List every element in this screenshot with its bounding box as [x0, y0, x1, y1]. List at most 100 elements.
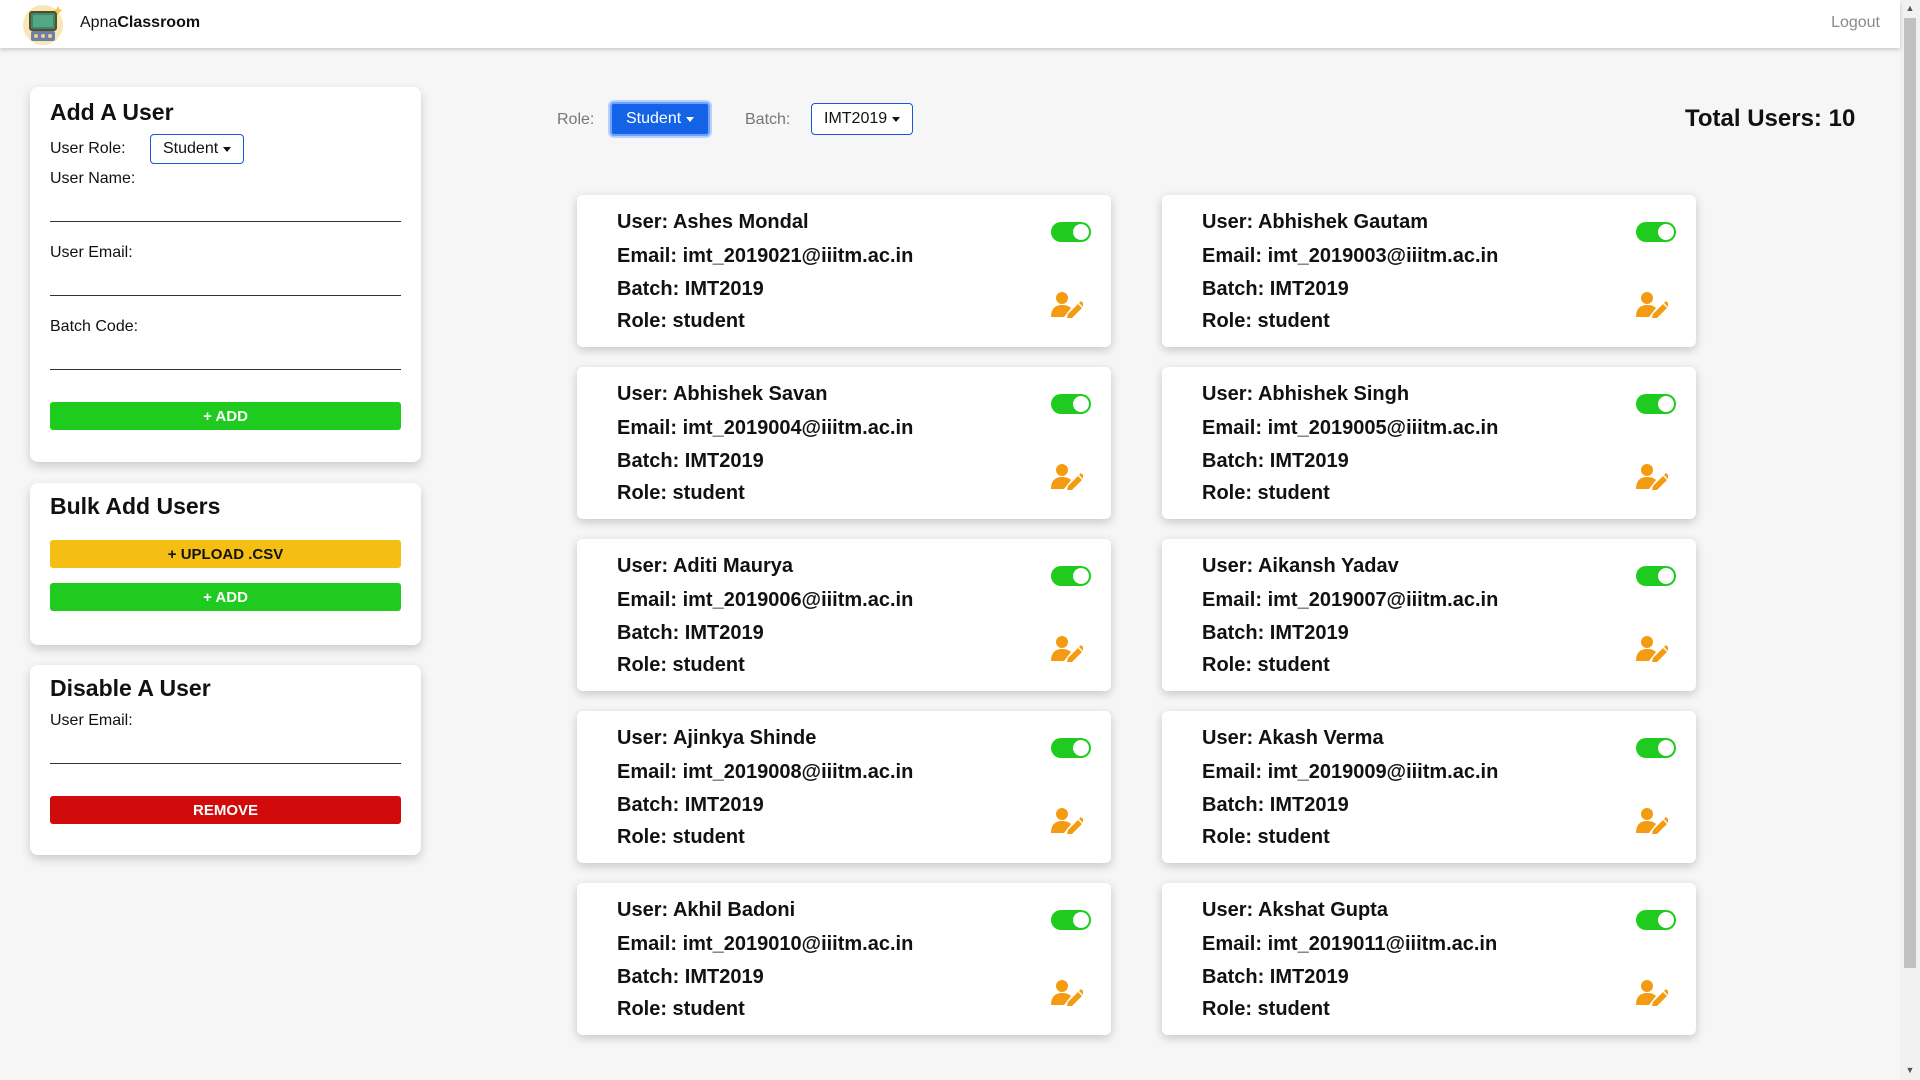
- user-card: User: Aikansh Yadav Email: imt_2019007@i…: [1162, 539, 1696, 691]
- user-name-label: User Name:: [50, 170, 136, 187]
- user-batch-text: Batch: IMT2019: [617, 278, 764, 300]
- toggle-knob: [1658, 396, 1674, 412]
- add-user-panel: Add A User User Role: Student User Name:…: [30, 87, 421, 462]
- total-users-count: Total Users: 10: [1685, 105, 1856, 132]
- upload-csv-button[interactable]: + UPLOAD .CSV: [50, 540, 401, 568]
- edit-user-icon[interactable]: [1636, 462, 1668, 490]
- user-role-row: User Role: Student: [50, 134, 401, 164]
- user-name-text: User: Aditi Maurya: [617, 555, 793, 577]
- edit-user-icon[interactable]: [1051, 806, 1083, 834]
- app-brand[interactable]: ApnaClassroom: [80, 14, 200, 32]
- user-batch-text: Batch: IMT2019: [1202, 966, 1349, 988]
- bulk-add-panel: Bulk Add Users + UPLOAD .CSV + ADD: [30, 483, 421, 645]
- page-scrollbar[interactable]: ▲ ▼: [1900, 0, 1920, 1080]
- edit-user-icon[interactable]: [1051, 462, 1083, 490]
- role-filter-dropdown[interactable]: Student: [610, 102, 711, 136]
- bulk-add-button[interactable]: + ADD: [50, 583, 401, 611]
- user-card: User: Akhil Badoni Email: imt_2019010@ii…: [577, 883, 1111, 1035]
- edit-user-icon[interactable]: [1636, 634, 1668, 662]
- batch-filter-dropdown[interactable]: IMT2019: [811, 103, 914, 135]
- toggle-knob: [1658, 912, 1674, 928]
- user-email-text: Email: imt_2019004@iiitm.ac.in: [617, 417, 914, 439]
- edit-user-icon[interactable]: [1051, 634, 1083, 662]
- user-batch-text: Batch: IMT2019: [1202, 450, 1349, 472]
- user-enabled-toggle[interactable]: [1636, 394, 1676, 414]
- user-card: User: Ashes Mondal Email: imt_2019021@ii…: [577, 195, 1111, 347]
- user-email-text: Email: imt_2019005@iiitm.ac.in: [1202, 417, 1499, 439]
- user-enabled-toggle[interactable]: [1051, 910, 1091, 930]
- toggle-knob: [1658, 224, 1674, 240]
- scroll-down-arrow-icon[interactable]: ▼: [1904, 1064, 1916, 1076]
- add-user-button[interactable]: + ADD: [50, 402, 401, 430]
- bulk-add-title: Bulk Add Users: [50, 493, 221, 519]
- user-card: User: Abhishek Savan Email: imt_2019004@…: [577, 367, 1111, 519]
- disable-email-label: User Email:: [50, 712, 133, 729]
- top-navbar: ApnaClassroom Logout: [0, 0, 1900, 48]
- batch-filter-label: Batch:: [745, 111, 791, 128]
- disable-email-input[interactable]: [50, 730, 401, 764]
- user-enabled-toggle[interactable]: [1636, 910, 1676, 930]
- add-user-title: Add A User: [50, 99, 174, 125]
- user-role-text: Role: student: [1202, 998, 1330, 1020]
- batch-filter-value: IMT2019: [824, 110, 888, 127]
- user-enabled-toggle[interactable]: [1051, 738, 1091, 758]
- user-role-label: User Role:: [50, 140, 126, 157]
- edit-user-icon[interactable]: [1051, 978, 1083, 1006]
- role-filter-label: Role:: [557, 111, 595, 128]
- user-enabled-toggle[interactable]: [1636, 738, 1676, 758]
- user-role-value: Student: [163, 140, 219, 157]
- user-name-text: User: Akash Verma: [1202, 727, 1384, 749]
- user-email-text: Email: imt_2019003@iiitm.ac.in: [1202, 245, 1499, 267]
- user-card: User: Abhishek Singh Email: imt_2019005@…: [1162, 367, 1696, 519]
- toggle-knob: [1658, 740, 1674, 756]
- user-email-text: Email: imt_2019011@iiitm.ac.in: [1202, 933, 1498, 955]
- user-card: User: Abhishek Gautam Email: imt_2019003…: [1162, 195, 1696, 347]
- role-filter-value: Student: [626, 110, 682, 127]
- brand-prefix: Apna: [80, 14, 118, 31]
- user-enabled-toggle[interactable]: [1636, 222, 1676, 242]
- user-batch-text: Batch: IMT2019: [1202, 794, 1349, 816]
- batch-code-label: Batch Code:: [50, 318, 139, 335]
- user-name-text: User: Abhishek Singh: [1202, 383, 1410, 405]
- caret-down-icon: [686, 116, 695, 122]
- user-role-text: Role: student: [1202, 826, 1330, 848]
- user-email-input[interactable]: [50, 262, 401, 296]
- user-email-text: Email: imt_2019010@iiitm.ac.in: [617, 933, 914, 955]
- disable-user-title: Disable A User: [50, 675, 211, 701]
- user-card: User: Akshat Gupta Email: imt_2019011@ii…: [1162, 883, 1696, 1035]
- caret-down-icon: [223, 146, 232, 152]
- edit-user-icon[interactable]: [1636, 806, 1668, 834]
- user-name-text: User: Akshat Gupta: [1202, 899, 1388, 921]
- user-name-input[interactable]: [50, 188, 401, 222]
- user-enabled-toggle[interactable]: [1051, 222, 1091, 242]
- edit-user-icon[interactable]: [1051, 290, 1083, 318]
- edit-user-icon[interactable]: [1636, 290, 1668, 318]
- toggle-knob: [1073, 912, 1089, 928]
- scroll-up-arrow-icon[interactable]: ▲: [1904, 2, 1916, 14]
- user-enabled-toggle[interactable]: [1636, 566, 1676, 586]
- user-batch-text: Batch: IMT2019: [1202, 622, 1349, 644]
- user-card: User: Aditi Maurya Email: imt_2019006@ii…: [577, 539, 1111, 691]
- user-role-text: Role: student: [1202, 654, 1330, 676]
- logout-link[interactable]: Logout: [1831, 14, 1880, 32]
- user-enabled-toggle[interactable]: [1051, 394, 1091, 414]
- user-enabled-toggle[interactable]: [1051, 566, 1091, 586]
- scroll-thumb[interactable]: [1904, 18, 1916, 968]
- edit-user-icon[interactable]: [1636, 978, 1668, 1006]
- user-role-text: Role: student: [1202, 310, 1330, 332]
- user-email-text: Email: imt_2019021@iiitm.ac.in: [617, 245, 914, 267]
- user-name-text: User: Abhishek Gautam: [1202, 211, 1428, 233]
- user-email-text: Email: imt_2019008@iiitm.ac.in: [617, 761, 914, 783]
- remove-user-button[interactable]: REMOVE: [50, 796, 401, 824]
- disable-user-panel: Disable A User User Email: REMOVE: [30, 665, 421, 855]
- user-role-dropdown[interactable]: Student: [150, 134, 245, 164]
- user-role-text: Role: student: [617, 654, 745, 676]
- user-name-text: User: Aikansh Yadav: [1202, 555, 1399, 577]
- batch-code-input[interactable]: [50, 336, 401, 370]
- toggle-knob: [1073, 568, 1089, 584]
- user-batch-text: Batch: IMT2019: [617, 450, 764, 472]
- toggle-knob: [1073, 740, 1089, 756]
- user-name-text: User: Akhil Badoni: [617, 899, 796, 921]
- user-name-text: User: Ashes Mondal: [617, 211, 809, 233]
- toggle-knob: [1658, 568, 1674, 584]
